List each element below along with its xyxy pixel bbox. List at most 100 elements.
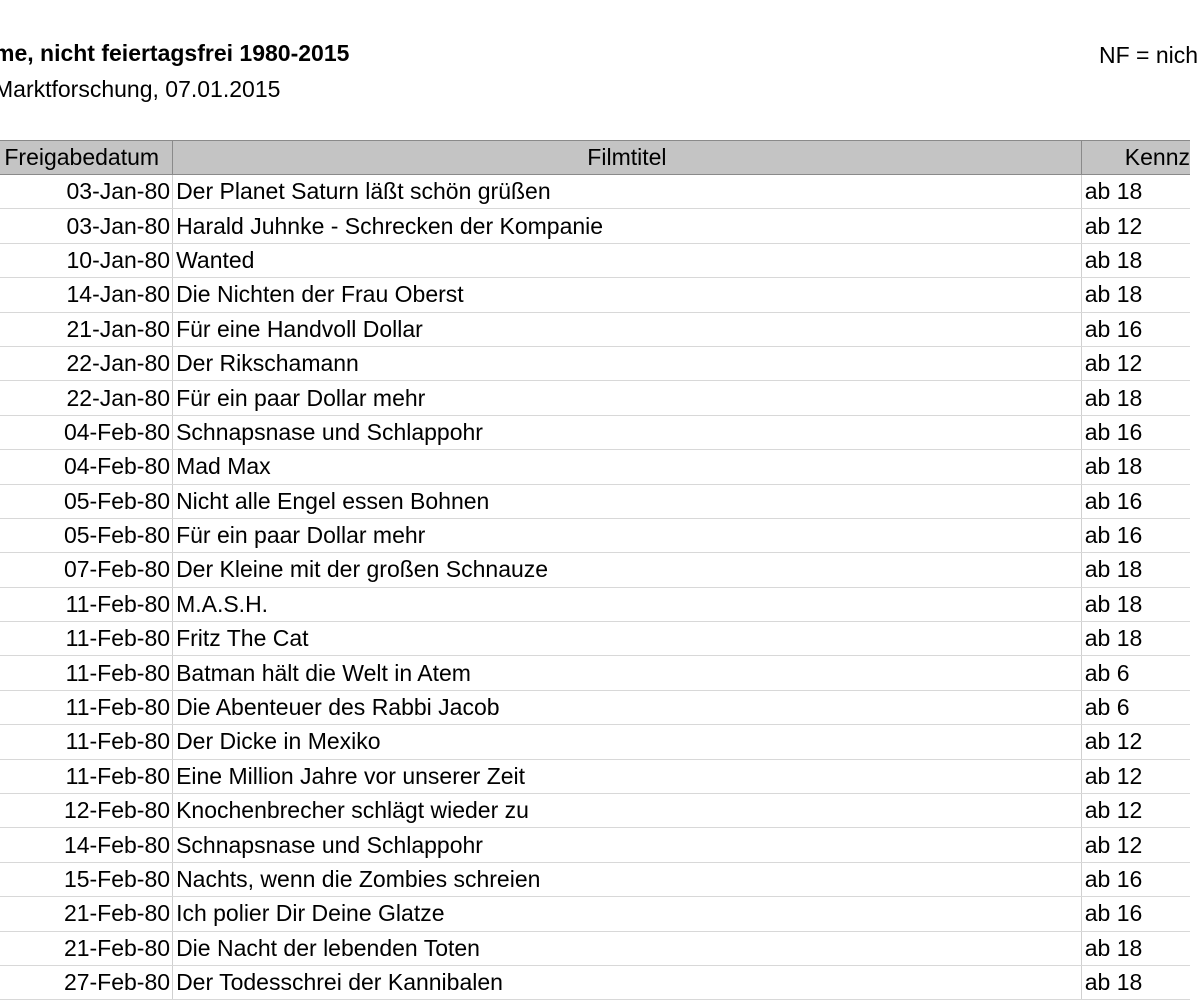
table-row: 27-Feb-80 Der Todesschrei der Kannibalen a… (0, 965, 1190, 1000)
rating-cell[interactable]: ab 12 (1081, 346, 1190, 382)
release-date-cell[interactable]: 14-Feb-80 (0, 827, 174, 863)
table-row: 04-Feb-80 Mad Max ab 18 (0, 449, 1190, 485)
film-title-cell[interactable]: Fritz The Cat (172, 621, 1082, 657)
release-date-cell[interactable]: 22-Jan-80 (0, 346, 174, 382)
column-header-rating[interactable]: Kennz (1081, 140, 1190, 175)
film-title-cell[interactable]: Der Kleine mit der großen Schnauze (172, 552, 1082, 588)
rating-cell[interactable]: ab 12 (1081, 759, 1190, 795)
table-row: 14-Feb-80 Schnapsnase und Schlappohr ab 12 (0, 827, 1190, 863)
film-title-cell[interactable]: Nicht alle Engel essen Bohnen (172, 484, 1082, 519)
rating-cell[interactable]: ab 16 (1081, 484, 1190, 519)
release-date-cell[interactable]: 11-Feb-80 (0, 724, 174, 760)
table-row: 07-Feb-80 Der Kleine mit der großen Schna… (0, 552, 1190, 588)
release-date-cell[interactable]: 04-Feb-80 (0, 415, 174, 451)
rating-cell[interactable]: ab 18 (1081, 931, 1190, 966)
release-date-cell[interactable]: 05-Feb-80 (0, 518, 174, 554)
table-row: 22-Jan-80 Der Rikschamann ab 12 (0, 346, 1190, 382)
table-row: 10-Jan-80 Wanted ab 18 (0, 243, 1190, 279)
release-date-cell[interactable]: 11-Feb-80 (0, 587, 174, 623)
rating-cell[interactable]: ab 18 (1081, 449, 1190, 485)
rating-cell[interactable]: ab 16 (1081, 896, 1190, 932)
release-date-cell[interactable]: 11-Feb-80 (0, 690, 174, 726)
column-header-title[interactable]: Filmtitel (172, 140, 1082, 175)
film-title-cell[interactable]: Der Planet Saturn läßt schön grüßen (172, 174, 1082, 210)
release-date-cell[interactable]: 07-Feb-80 (0, 552, 174, 588)
release-date-cell[interactable]: 22-Jan-80 (0, 380, 174, 416)
film-title-cell[interactable]: Ich polier Dir Deine Glatze (172, 896, 1082, 932)
film-title-cell[interactable]: Der Todesschrei der Kannibalen (172, 965, 1082, 1000)
release-date-cell[interactable]: 03-Jan-80 (0, 208, 174, 244)
table-row: 11-Feb-80 Der Dicke in Mexiko ab 12 (0, 724, 1190, 760)
film-title-cell[interactable]: Die Abenteuer des Rabbi Jacob (172, 690, 1082, 726)
rating-cell[interactable]: ab 18 (1081, 277, 1190, 313)
table-row: 11-Feb-80 Fritz The Cat ab 18 (0, 621, 1190, 657)
release-date-cell[interactable]: 12-Feb-80 (0, 793, 174, 829)
release-date-cell[interactable]: 11-Feb-80 (0, 655, 174, 691)
table-row: 05-Feb-80 Für ein paar Dollar mehr ab 16 (0, 518, 1190, 554)
film-title-cell[interactable]: Knochenbrecher schlägt wieder zu (172, 793, 1082, 829)
film-title-cell[interactable]: Für ein paar Dollar mehr (172, 380, 1082, 416)
document-subtitle: Marktforschung, 07.01.2015 (0, 76, 281, 102)
rating-cell[interactable]: ab 12 (1081, 827, 1190, 863)
document-title: me, nicht feiertagsfrei 1980-2015 (0, 40, 350, 66)
release-date-cell[interactable]: 21-Feb-80 (0, 931, 174, 966)
release-date-cell[interactable]: 14-Jan-80 (0, 277, 174, 313)
rating-cell[interactable]: ab 16 (1081, 415, 1190, 451)
rating-cell[interactable]: ab 18 (1081, 552, 1190, 588)
table-row: 05-Feb-80 Nicht alle Engel essen Bohnen ab… (0, 484, 1190, 519)
rating-cell[interactable]: ab 16 (1081, 518, 1190, 554)
rating-cell[interactable]: ab 18 (1081, 621, 1190, 657)
table-header-row: Freigabedatum Filmtitel Kennz (0, 140, 1190, 175)
film-title-cell[interactable]: M.A.S.H. (172, 587, 1082, 623)
table-row: 11-Feb-80 M.A.S.H. ab 18 (0, 587, 1190, 623)
release-date-cell[interactable]: 21-Feb-80 (0, 896, 174, 932)
film-title-cell[interactable]: Nachts, wenn die Zombies schreien (172, 862, 1082, 898)
film-title-cell[interactable]: Die Nichten der Frau Oberst (172, 277, 1082, 313)
rating-cell[interactable]: ab 6 (1081, 690, 1190, 726)
rating-cell[interactable]: ab 18 (1081, 587, 1190, 623)
rating-cell[interactable]: ab 18 (1081, 380, 1190, 416)
rating-cell[interactable]: ab 18 (1081, 174, 1190, 210)
legend-note: NF = nich (1099, 42, 1199, 68)
rating-cell[interactable]: ab 16 (1081, 862, 1190, 898)
table-row: 21-Jan-80 Für eine Handvoll Dollar ab 16 (0, 312, 1190, 347)
table-row: 03-Jan-80 Der Planet Saturn läßt schön gr… (0, 174, 1190, 210)
film-title-cell[interactable]: Der Rikschamann (172, 346, 1082, 382)
film-title-cell[interactable]: Mad Max (172, 449, 1082, 485)
film-title-cell[interactable]: Batman hält die Welt in Atem (172, 655, 1082, 691)
film-title-cell[interactable]: Schnapsnase und Schlappohr (172, 827, 1082, 863)
film-title-cell[interactable]: Für eine Handvoll Dollar (172, 312, 1082, 347)
table-row: 22-Jan-80 Für ein paar Dollar mehr ab 18 (0, 380, 1190, 416)
rating-cell[interactable]: ab 18 (1081, 965, 1190, 1000)
table-row: 03-Jan-80 Harald Juhnke - Schrecken der K… (0, 208, 1190, 244)
table-row: 11-Feb-80 Batman hält die Welt in Atem ab … (0, 655, 1190, 691)
release-date-cell[interactable]: 03-Jan-80 (0, 174, 174, 210)
table-row: 11-Feb-80 Die Abenteuer des Rabbi Jacob ab… (0, 690, 1190, 726)
film-title-cell[interactable]: Die Nacht der lebenden Toten (172, 931, 1082, 966)
table-row: 14-Jan-80 Die Nichten der Frau Oberst ab 1… (0, 277, 1190, 313)
release-date-cell[interactable]: 11-Feb-80 (0, 621, 174, 657)
release-date-cell[interactable]: 05-Feb-80 (0, 484, 174, 519)
rating-cell[interactable]: ab 16 (1081, 312, 1190, 347)
release-date-cell[interactable]: 10-Jan-80 (0, 243, 174, 279)
table-row: 11-Feb-80 Eine Million Jahre vor unserer … (0, 759, 1190, 795)
rating-cell[interactable]: ab 12 (1081, 724, 1190, 760)
release-date-cell[interactable]: 15-Feb-80 (0, 862, 174, 898)
film-title-cell[interactable]: Harald Juhnke - Schrecken der Kompanie (172, 208, 1082, 244)
film-title-cell[interactable]: Eine Million Jahre vor unserer Zeit (172, 759, 1082, 795)
film-title-cell[interactable]: Schnapsnase und Schlappohr (172, 415, 1082, 451)
release-date-cell[interactable]: 11-Feb-80 (0, 759, 174, 795)
rating-cell[interactable]: ab 6 (1081, 655, 1190, 691)
film-title-cell[interactable]: Für ein paar Dollar mehr (172, 518, 1082, 554)
rating-cell[interactable]: ab 18 (1081, 243, 1190, 279)
release-date-cell[interactable]: 21-Jan-80 (0, 312, 174, 347)
release-date-cell[interactable]: 27-Feb-80 (0, 965, 174, 1000)
rating-cell[interactable]: ab 12 (1081, 793, 1190, 829)
column-header-date[interactable]: Freigabedatum (0, 140, 174, 175)
rating-cell[interactable]: ab 12 (1081, 208, 1190, 244)
release-date-cell[interactable]: 04-Feb-80 (0, 449, 174, 485)
film-title-cell[interactable]: Der Dicke in Mexiko (172, 724, 1082, 760)
table-row: 12-Feb-80 Knochenbrecher schlägt wieder z… (0, 793, 1190, 829)
film-title-cell[interactable]: Wanted (172, 243, 1082, 279)
table-row: 15-Feb-80 Nachts, wenn die Zombies schrei… (0, 862, 1190, 898)
